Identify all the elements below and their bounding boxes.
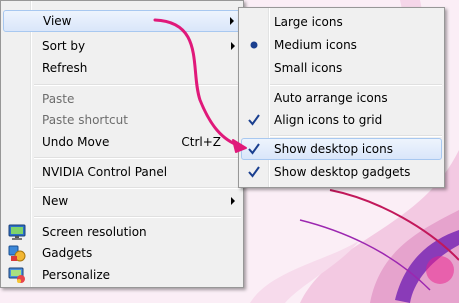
personalize-icon — [3, 264, 29, 286]
menu-separator — [34, 216, 241, 218]
menu-item-label: NVIDIA Control Panel — [42, 165, 168, 179]
submenu-item-large-icons[interactable]: Large icons — [241, 11, 442, 33]
menu-item-label: Large icons — [274, 15, 343, 29]
desktop-context-menu: View Sort by Refresh Paste Paste shortcu… — [0, 0, 244, 288]
menu-item-personalize[interactable]: Personalize — [3, 264, 241, 286]
menu-item-nvidia-control-panel[interactable]: NVIDIA Control Panel — [3, 161, 241, 183]
menu-item-label: Auto arrange icons — [274, 91, 388, 105]
submenu-item-show-desktop-icons[interactable]: Show desktop icons — [241, 138, 442, 160]
radio-bullet-icon — [241, 34, 267, 56]
submenu-item-medium-icons[interactable]: Medium icons — [241, 34, 442, 56]
menu-item-new[interactable]: New — [3, 190, 241, 212]
check-mark-icon — [241, 161, 267, 183]
menu-separator — [270, 84, 442, 86]
menu-separator — [34, 84, 241, 86]
check-mark-icon — [241, 109, 267, 131]
gadgets-icon — [3, 242, 29, 264]
submenu-item-small-icons[interactable]: Small icons — [241, 57, 442, 79]
menu-item-label: Show desktop icons — [274, 142, 394, 156]
submenu-item-show-desktop-gadgets[interactable]: Show desktop gadgets — [241, 161, 442, 183]
menu-item-paste-shortcut[interactable]: Paste shortcut — [3, 109, 241, 131]
submenu-arrow-icon — [230, 17, 234, 25]
menu-item-label: Screen resolution — [42, 225, 147, 239]
monitor-icon — [3, 221, 29, 243]
menu-item-label: Gadgets — [42, 246, 93, 260]
shortcut-label: Ctrl+Z — [181, 135, 221, 149]
menu-item-label: New — [42, 194, 69, 208]
menu-separator — [270, 135, 442, 137]
menu-item-label: Show desktop gadgets — [274, 165, 411, 179]
menu-separator — [34, 187, 241, 189]
submenu-arrow-icon — [231, 42, 235, 50]
submenu-item-align-icons-to-grid[interactable]: Align icons to grid — [241, 109, 442, 131]
check-mark-icon — [242, 138, 268, 160]
menu-item-label: Small icons — [274, 61, 343, 75]
menu-item-label: Medium icons — [274, 38, 357, 52]
menu-item-label: Sort by — [42, 39, 86, 53]
menu-item-refresh[interactable]: Refresh — [3, 57, 241, 79]
menu-item-label: Refresh — [42, 61, 88, 75]
menu-item-sort-by[interactable]: Sort by — [3, 35, 241, 57]
menu-item-label: Undo Move — [42, 135, 110, 149]
menu-item-label: Personalize — [42, 268, 111, 282]
menu-item-label: Paste shortcut — [42, 113, 128, 127]
menu-item-label: View — [43, 14, 72, 28]
menu-item-gadgets[interactable]: Gadgets — [3, 242, 241, 264]
menu-item-screen-resolution[interactable]: Screen resolution — [3, 221, 241, 243]
menu-item-paste[interactable]: Paste — [3, 88, 241, 110]
menu-item-undo-move[interactable]: Undo Move Ctrl+Z — [3, 131, 241, 153]
view-submenu: Large icons Medium icons Small icons Aut… — [238, 7, 445, 188]
menu-item-label: Align icons to grid — [274, 113, 383, 127]
submenu-arrow-icon — [231, 197, 235, 205]
menu-separator — [34, 157, 241, 159]
menu-item-label: Paste — [42, 92, 75, 106]
submenu-item-auto-arrange-icons[interactable]: Auto arrange icons — [241, 87, 442, 109]
menu-item-view[interactable]: View — [3, 10, 241, 32]
